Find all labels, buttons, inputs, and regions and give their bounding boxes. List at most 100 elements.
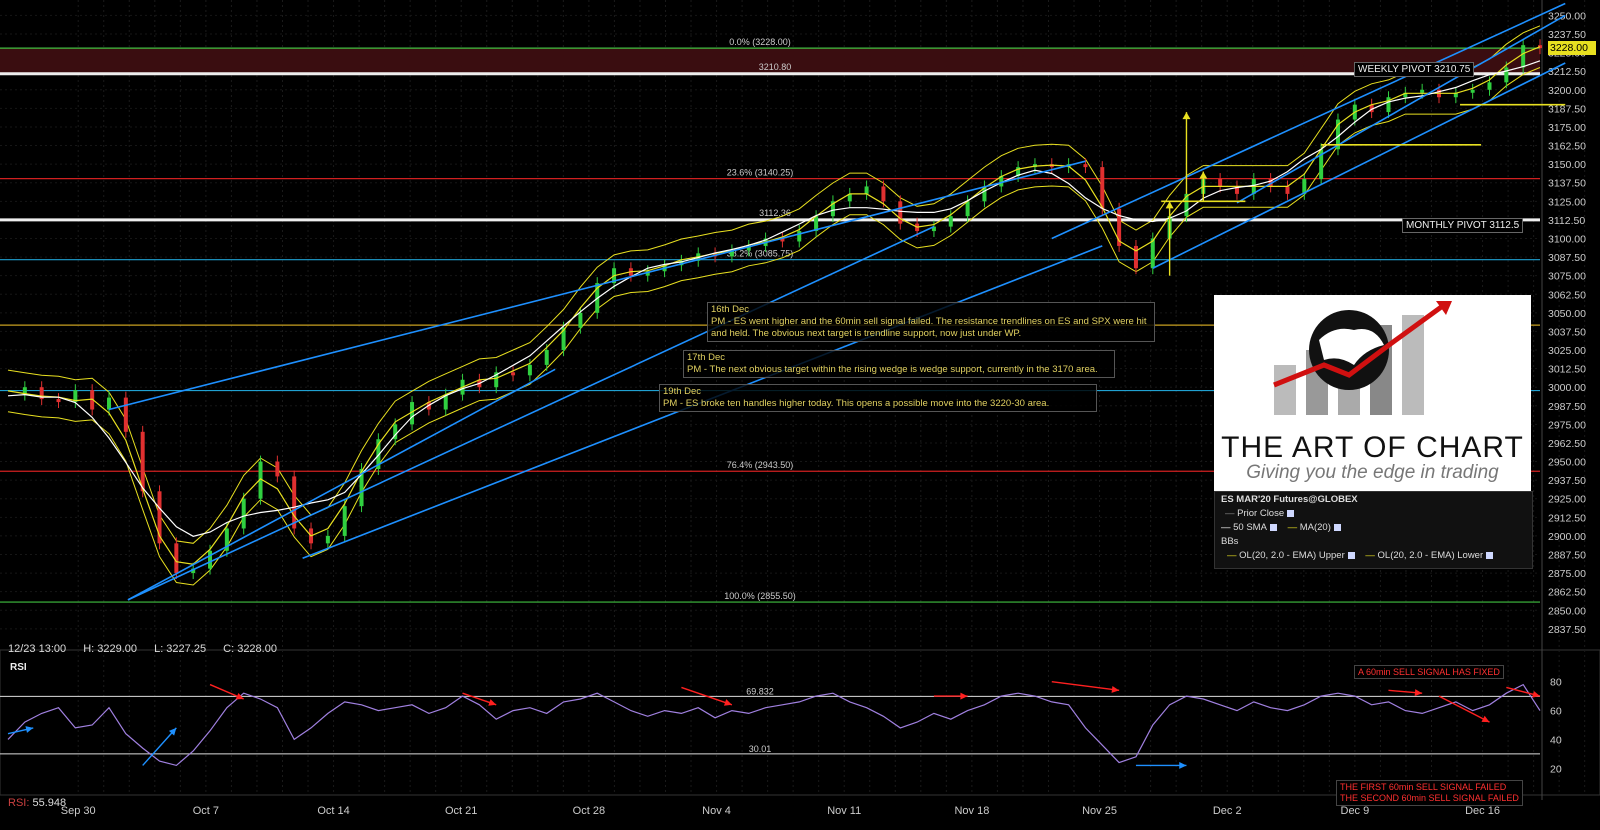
logo-tagline: Giving you the edge in trading (1246, 462, 1499, 483)
pivot-axis-label: 3112.36 (759, 208, 791, 218)
note-text: PM - ES went higher and the 60min sell s… (711, 316, 1147, 339)
note-text: PM - ES broke ten handles higher today. … (663, 398, 1050, 409)
candle-body (1470, 89, 1475, 93)
note-text: PM - The next obvious target within the … (687, 364, 1098, 375)
candle-body (56, 399, 61, 403)
y-tick-label: 2962.50 (1548, 438, 1586, 450)
y-tick-label: 3200.00 (1548, 85, 1586, 97)
ohlc-close: C: 3228.00 (223, 643, 277, 655)
candle-body (881, 186, 886, 202)
candle-body (1285, 186, 1290, 194)
signal-fixed-label: A 60min SELL SIGNAL HAS FIXED (1354, 665, 1504, 679)
candle-body (797, 231, 802, 242)
candle-body (578, 312, 583, 328)
y-tick-label: 3050.00 (1548, 308, 1586, 320)
last-price-tag: 3228.00 (1548, 41, 1596, 55)
legend-sma-label: 50 SMA (1233, 522, 1267, 533)
candle-body (292, 476, 297, 529)
rsi-tick-label: 20 (1550, 763, 1562, 775)
note-date: 17th Dec (687, 352, 726, 363)
y-tick-label: 2875.00 (1548, 568, 1586, 580)
y-tick-label: 3000.00 (1548, 382, 1586, 394)
rsi-level-label: 30.01 (749, 744, 772, 754)
note-date: 19th Dec (663, 386, 702, 397)
legend-bb-upper-label: OL(20, 2.0 - EMA) Upper (1239, 550, 1345, 561)
note-19th-dec: 19th Dec PM - ES broke ten handles highe… (659, 384, 1097, 412)
rsi-value: 55.948 (32, 797, 67, 809)
y-tick-label: 3237.50 (1548, 29, 1586, 41)
logo-title: THE ART OF CHART (1221, 431, 1524, 464)
legend-title: ES MAR'20 Futures@GLOBEX (1221, 494, 1358, 505)
checkbox-icon[interactable] (1269, 523, 1277, 531)
legend-prior-close-label: Prior Close (1237, 508, 1285, 519)
legend-sma[interactable]: — 50 SMA — MA(20) (1221, 522, 1341, 533)
y-tick-label: 2912.50 (1548, 512, 1586, 524)
y-tick-label: 2950.00 (1548, 457, 1586, 469)
candle-body (342, 506, 347, 536)
candle-body (208, 550, 213, 569)
y-tick-label: 3075.00 (1548, 271, 1586, 283)
x-tick-label: Nov 25 (1082, 805, 1117, 817)
candle-body (275, 461, 280, 477)
candle-body (965, 201, 970, 217)
y-tick-label: 3125.00 (1548, 196, 1586, 208)
y-tick-label: 2837.50 (1548, 624, 1586, 636)
y-tick-label: 3175.00 (1548, 122, 1586, 134)
ohlc-date: 12/23 13:00 (8, 643, 67, 655)
candle-body (1504, 67, 1509, 83)
rsi-value-readout: RSI: 55.948 (8, 797, 67, 809)
y-tick-label: 2987.50 (1548, 401, 1586, 413)
monthly-pivot-label: MONTHLY PIVOT 3112.5 (1402, 218, 1524, 233)
y-tick-label: 2887.50 (1548, 549, 1586, 561)
y-tick-label: 3250.00 (1548, 10, 1586, 22)
x-tick-label: Oct 28 (573, 805, 605, 817)
note-date: 16th Dec (711, 304, 750, 315)
logo-panel: THE ART OF CHART Giving you the edge in … (1214, 295, 1531, 491)
rsi-level-label: 69.832 (746, 686, 774, 696)
x-tick-label: Dec 2 (1213, 805, 1242, 817)
note-17th-dec: 17th Dec PM - The next obvious target wi… (683, 350, 1115, 378)
y-tick-label: 3025.00 (1548, 345, 1586, 357)
y-tick-label: 3087.50 (1548, 252, 1586, 264)
checkbox-icon[interactable] (1287, 509, 1295, 517)
candle-body (864, 186, 869, 194)
candle-body (527, 364, 532, 376)
x-tick-label: Dec 16 (1465, 805, 1500, 817)
candle-body (123, 397, 128, 432)
candle-body (1133, 245, 1138, 269)
y-tick-label: 3062.50 (1548, 289, 1586, 301)
candle-body (174, 543, 179, 574)
legend-bb[interactable]: — OL(20, 2.0 - EMA) Upper — OL(20, 2.0 -… (1227, 550, 1494, 561)
rsi-tick-label: 80 (1550, 677, 1562, 689)
x-tick-label: Oct 7 (193, 805, 219, 817)
candle-body (898, 201, 903, 224)
chart: Sep 30 Oct 7 Oct 14 Oct 21 Oct 28 Nov 4 Nov 11… (0, 0, 1600, 825)
y-tick-label: 3150.00 (1548, 159, 1586, 171)
fib-level-label: 23.6% (3140.25) (727, 168, 794, 178)
candle-body (1083, 164, 1088, 168)
candle-body (1521, 45, 1526, 68)
y-tick-label: 2937.50 (1548, 475, 1586, 487)
x-tick-label: Nov 4 (702, 805, 731, 817)
x-tick-label: Dec 9 (1341, 805, 1370, 817)
y-tick-label: 3100.00 (1548, 233, 1586, 245)
ohlc-low: L: 3227.25 (154, 643, 207, 655)
legend-prior-close[interactable]: — Prior Close (1225, 508, 1295, 519)
candle-body (241, 498, 246, 529)
fib-level-label: 100.0% (2855.50) (724, 591, 796, 601)
y-tick-label: 2850.00 (1548, 605, 1586, 617)
candle-body (107, 397, 112, 410)
x-tick-label: Oct 14 (317, 805, 349, 817)
y-tick-label: 3137.50 (1548, 178, 1586, 190)
candle-body (511, 372, 516, 376)
y-tick-label: 3112.50 (1548, 215, 1585, 227)
checkbox-icon[interactable] (1486, 551, 1494, 559)
checkbox-icon[interactable] (1333, 523, 1341, 531)
candle-body (140, 431, 145, 492)
globe-chart-logo (1273, 301, 1452, 415)
y-tick-label: 3037.50 (1548, 326, 1586, 338)
y-tick-label: 2862.50 (1548, 587, 1586, 599)
x-tick-label: Nov 11 (827, 805, 861, 817)
checkbox-icon[interactable] (1347, 551, 1355, 559)
y-tick-label: 2975.00 (1548, 419, 1586, 431)
